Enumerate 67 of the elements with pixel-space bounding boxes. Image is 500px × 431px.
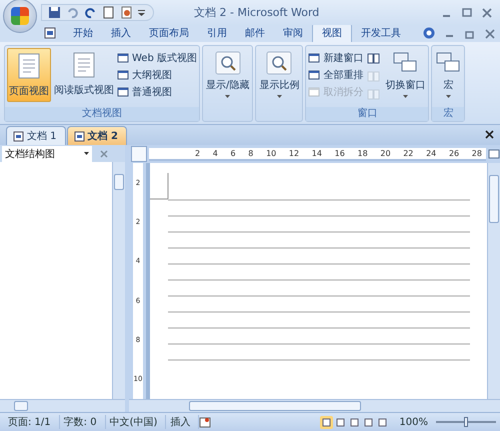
horizontal-scrollbar[interactable] <box>0 399 125 412</box>
save-icon[interactable] <box>48 6 61 19</box>
status-item[interactable]: 中文(中国) <box>106 415 166 429</box>
horizontal-scrollbar[interactable] <box>129 399 500 412</box>
document-tab[interactable]: 文档 1 <box>6 126 66 145</box>
caret-icon <box>225 95 230 98</box>
redo-icon[interactable] <box>84 6 97 19</box>
document-tab[interactable]: 文档 2 <box>66 126 127 145</box>
group-label: 宏 <box>432 107 464 121</box>
new-document-icon[interactable] <box>102 6 115 19</box>
view-mode-button[interactable] <box>348 416 362 428</box>
office-button[interactable] <box>3 0 37 32</box>
document-icon <box>74 130 85 142</box>
ribbon-tab[interactable]: 开发工具 <box>352 24 410 42</box>
ribbon-tab[interactable]: 页面布局 <box>140 24 198 42</box>
view-mode-button[interactable] <box>362 416 376 428</box>
zoom-level[interactable]: 100% <box>395 416 436 428</box>
ribbon-small-button[interactable]: 新建窗口 <box>308 50 364 65</box>
zoom-slider-thumb[interactable] <box>464 417 468 427</box>
document-icon[interactable] <box>44 27 56 39</box>
window-layout-icon[interactable] <box>367 52 380 65</box>
tab-selector-button[interactable] <box>131 146 147 162</box>
ribbon-small-button[interactable]: 大纲视图 <box>117 67 197 82</box>
ribbon-tab[interactable]: 开始 <box>64 24 102 42</box>
window-icon <box>308 52 320 64</box>
caret-icon <box>84 152 89 155</box>
caret-icon <box>402 95 408 98</box>
magnifier-icon <box>214 51 241 75</box>
view-mode-button[interactable] <box>320 416 334 428</box>
window-icon <box>117 86 129 98</box>
maximize-icon[interactable] <box>462 8 472 18</box>
window-title: 文档 2 - Microsoft Word <box>194 5 320 20</box>
close-icon[interactable] <box>485 130 494 139</box>
ribbon-small-button[interactable]: 普通视图 <box>117 84 197 99</box>
horizontal-ruler: 2 4 6 8 10 12 14 16 18 20 22 24 26 28 <box>149 148 486 160</box>
ruler-toggle-icon[interactable] <box>488 148 500 160</box>
magnifier-icon <box>266 51 292 75</box>
window-icon <box>308 68 320 80</box>
vertical-scrollbar[interactable] <box>487 163 500 399</box>
pane-dropdown[interactable]: 文档结构图 <box>2 146 92 162</box>
dropdown-button[interactable]: 显示比例 <box>258 48 300 101</box>
vertical-scrollbar[interactable] <box>112 162 125 399</box>
status-item[interactable]: 页面: 1/1 <box>4 415 60 429</box>
group-label: 文档视图 <box>5 107 199 121</box>
view-mode-button[interactable] <box>334 416 348 428</box>
dropdown-button[interactable]: 切换窗口 <box>384 48 426 101</box>
view-mode-button[interactable] <box>376 416 390 428</box>
ribbon-tab[interactable]: 审阅 <box>274 24 312 42</box>
view-button[interactable]: 阅读版式视图 <box>53 48 115 102</box>
ribbon-tab[interactable]: 邮件 <box>236 24 274 42</box>
ribbon-small-button[interactable]: Web 版式视图 <box>117 50 197 65</box>
ribbon-tab[interactable]: 引用 <box>198 24 236 42</box>
view-button[interactable]: 页面视图 <box>7 48 51 102</box>
ribbon-tab[interactable]: 插入 <box>102 24 140 42</box>
restore-icon[interactable] <box>465 29 475 39</box>
caret-icon <box>446 95 451 98</box>
customize-caret-icon[interactable] <box>138 8 145 16</box>
document-icon <box>13 130 24 142</box>
window-icon <box>308 86 320 98</box>
dropdown-button[interactable]: 显示/隐藏 <box>204 48 250 101</box>
status-item[interactable]: 字数: 0 <box>60 415 106 429</box>
caret-icon <box>276 95 282 98</box>
ribbon-small-button[interactable]: 全部重排 <box>308 67 364 82</box>
window-icon <box>117 68 129 80</box>
window-icon <box>117 52 129 64</box>
dropdown-button[interactable]: 宏 <box>434 48 462 101</box>
group-label: 窗口 <box>306 107 428 121</box>
